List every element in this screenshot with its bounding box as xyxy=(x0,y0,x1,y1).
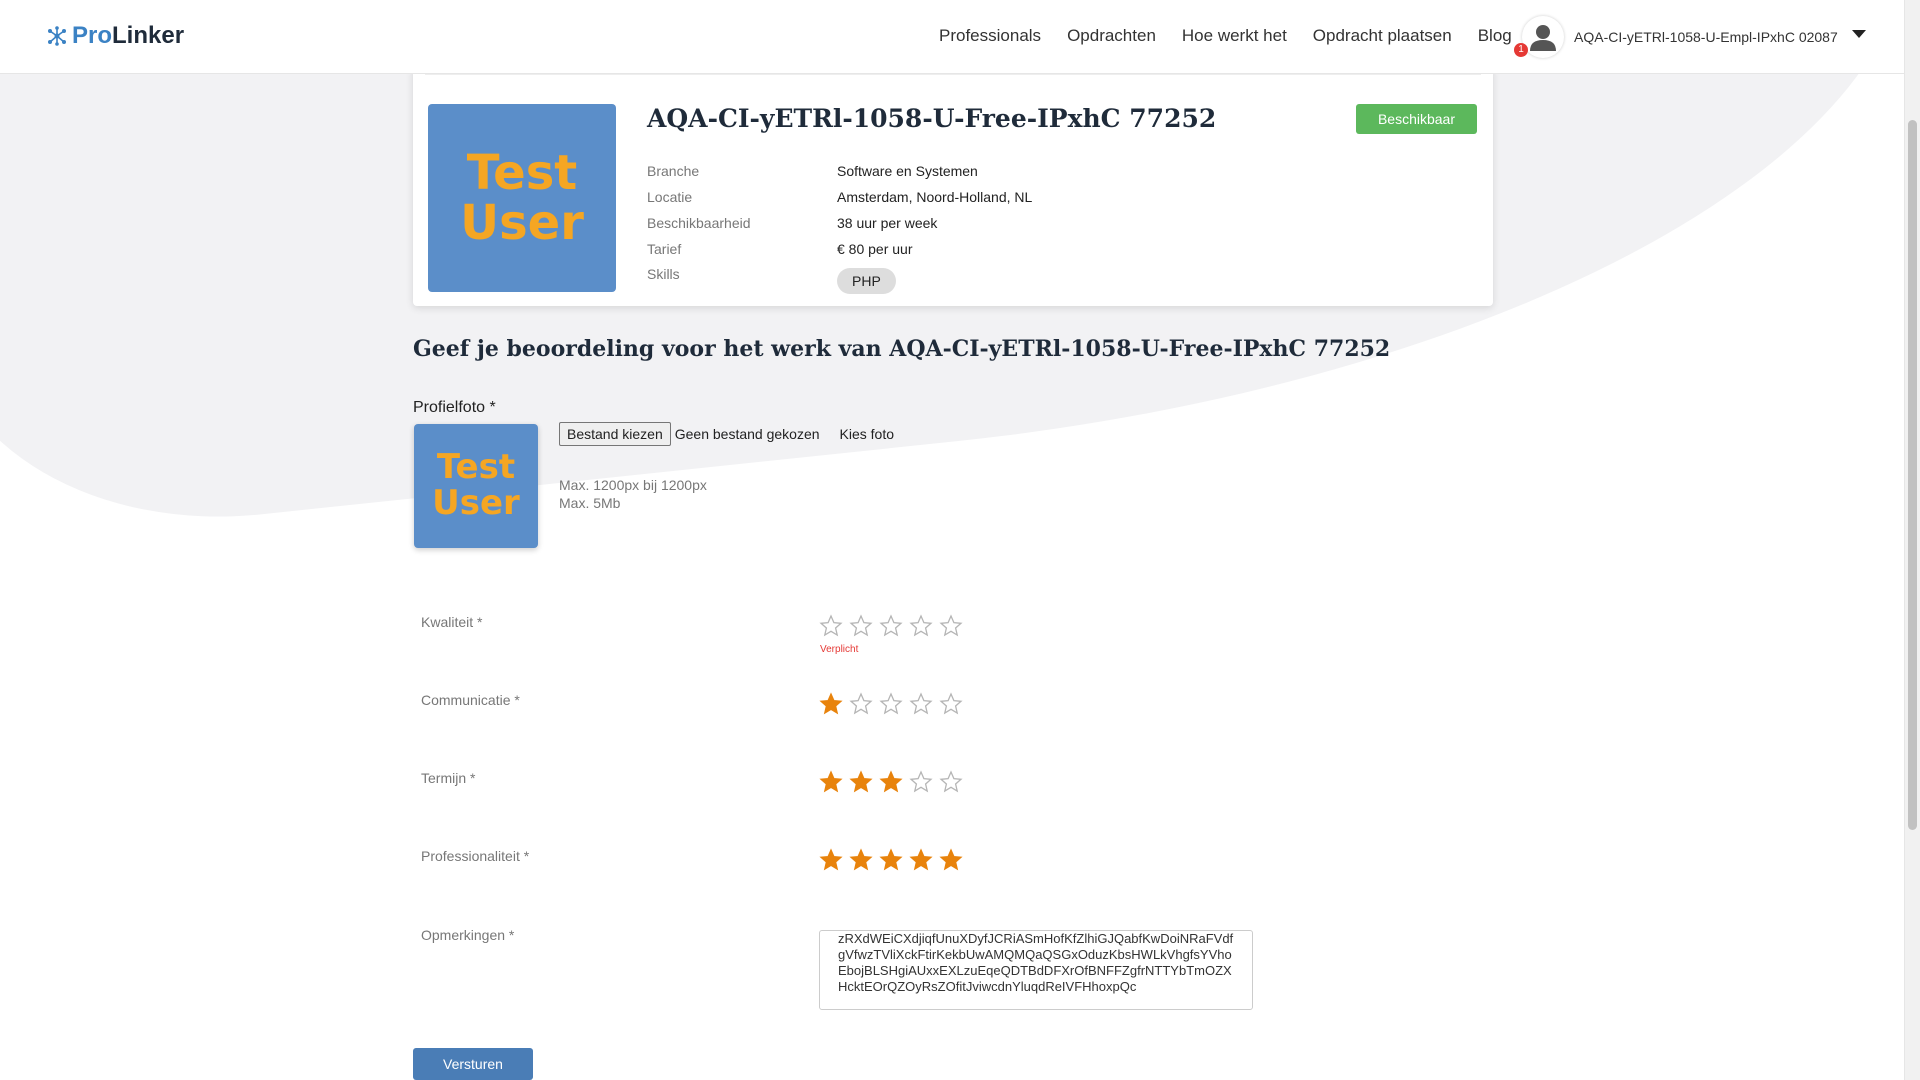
info-row-beschikbaarheid: Beschikbaarheid 38 uur per week xyxy=(647,210,1032,236)
info-label: Skills xyxy=(647,266,680,282)
info-value: 38 uur per week xyxy=(837,215,938,231)
rating-label: Kwaliteit * xyxy=(421,614,483,630)
info-label: Locatie xyxy=(647,189,693,205)
user-menu[interactable]: 1 AQA-CI-yETRl-1058-U-Empl-IPxhC 02087 xyxy=(1514,16,1866,58)
profile-card: Test User AQA-CI-yETRl-1058-U-Free-IPxhC… xyxy=(413,66,1493,306)
user-name[interactable]: AQA-CI-yETRl-1058-U-Empl-IPxhC 02087 xyxy=(1574,29,1838,45)
nav-opdracht-plaatsen[interactable]: Opdracht plaatsen xyxy=(1313,26,1452,46)
star-empty-icon[interactable] xyxy=(909,692,933,716)
star-filled-icon[interactable] xyxy=(819,848,843,872)
info-row-branche: Branche Software en Systemen xyxy=(647,158,1032,184)
photo-preview-text-line1: Test xyxy=(436,447,516,488)
nav-professionals[interactable]: Professionals xyxy=(939,26,1041,46)
network-logo-icon xyxy=(48,26,66,46)
file-status: Geen bestand gekozen xyxy=(674,426,820,442)
rating-termijn: Termijn * xyxy=(421,770,963,793)
nav-hoe-werkt-het[interactable]: Hoe werkt het xyxy=(1182,26,1287,46)
star-empty-icon[interactable] xyxy=(939,692,963,716)
skill-chip: PHP xyxy=(837,268,896,294)
comments-textarea[interactable]: zRXdWEiCXdjiqfUnuXDyfJCRiASmHofKfZlhiGJQ… xyxy=(819,930,1253,1010)
divider xyxy=(425,74,1481,75)
rating-kwaliteit: Kwaliteit * Verplicht xyxy=(421,614,963,655)
star-empty-icon[interactable] xyxy=(909,770,933,794)
file-input[interactable]: Bestand kiezen Geen bestand gekozen Kies… xyxy=(559,422,894,446)
rating-label: Professionaliteit * xyxy=(421,848,530,864)
avatar[interactable] xyxy=(1522,16,1564,58)
rating-label: Termijn * xyxy=(421,770,476,786)
submit-button[interactable]: Versturen xyxy=(413,1048,533,1080)
nav-blog[interactable]: Blog xyxy=(1478,26,1512,46)
top-header: Pro Linker Professionals Opdrachten Hoe w… xyxy=(0,0,1905,74)
logo-text-pro: Pro xyxy=(72,22,113,49)
choose-photo-link[interactable]: Kies foto xyxy=(840,426,894,442)
status-badge: Beschikbaar xyxy=(1356,104,1477,134)
star-rating[interactable] xyxy=(819,770,963,794)
hint-size: Max. 5Mb xyxy=(559,495,621,511)
logo-text-linker: Linker xyxy=(112,22,185,49)
profile-image-text-line2: User xyxy=(460,195,584,251)
info-value: Software en Systemen xyxy=(837,163,978,179)
star-filled-icon[interactable] xyxy=(849,770,873,794)
rating-communicatie: Communicatie * xyxy=(421,692,963,715)
main-nav: Professionals Opdrachten Hoe werkt het O… xyxy=(939,26,1512,46)
nav-opdrachten[interactable]: Opdrachten xyxy=(1067,26,1156,46)
photo-label: Profielfoto * xyxy=(413,399,496,416)
profile-image: Test User xyxy=(428,104,616,292)
star-rating[interactable] xyxy=(819,692,963,716)
user-silhouette-icon xyxy=(1530,25,1556,51)
rating-professionaliteit: Professionaliteit * xyxy=(421,848,963,871)
star-filled-icon[interactable] xyxy=(939,848,963,872)
star-rating[interactable] xyxy=(819,848,963,872)
avatar-wrapper: 1 xyxy=(1514,16,1564,58)
info-label: Beschikbaarheid xyxy=(647,215,751,231)
star-empty-icon[interactable] xyxy=(879,692,903,716)
star-empty-icon[interactable] xyxy=(909,614,933,638)
star-empty-icon[interactable] xyxy=(939,770,963,794)
star-filled-icon[interactable] xyxy=(879,770,903,794)
scrollbar-thumb[interactable] xyxy=(1908,120,1917,830)
rating-label: Communicatie * xyxy=(421,692,520,708)
photo-preview-text-line2: User xyxy=(432,483,520,523)
info-value: € 80 per uur xyxy=(837,241,913,257)
star-filled-icon[interactable] xyxy=(819,692,843,716)
chevron-down-icon[interactable] xyxy=(1851,30,1866,38)
star-filled-icon[interactable] xyxy=(909,848,933,872)
profile-info: Branche Software en Systemen Locatie Amste… xyxy=(647,158,1032,294)
logo[interactable]: Pro Linker xyxy=(46,22,184,50)
review-heading: Geef je beoordeling voor het werk van AQ… xyxy=(413,336,1391,362)
info-row-skills: Skills PHP xyxy=(647,262,1032,294)
star-empty-icon[interactable] xyxy=(879,614,903,638)
info-label: Branche xyxy=(647,163,700,179)
info-row-locatie: Locatie Amsterdam, Noord-Holland, NL xyxy=(647,184,1032,210)
photo-preview: Test User xyxy=(414,424,538,548)
profile-name: AQA-CI-yETRl-1058-U-Free-IPxhC 77252 xyxy=(647,104,1217,133)
info-value: Amsterdam, Noord-Holland, NL xyxy=(837,189,1033,205)
star-rating[interactable] xyxy=(819,614,963,638)
star-empty-icon[interactable] xyxy=(819,614,843,638)
comments-label: Opmerkingen * xyxy=(421,927,515,943)
required-error: Verplicht xyxy=(820,644,859,655)
info-label: Tarief xyxy=(647,241,682,257)
star-filled-icon[interactable] xyxy=(819,770,843,794)
profile-image-text-line1: Test xyxy=(466,144,578,201)
notification-badge[interactable]: 1 xyxy=(1514,43,1528,57)
star-empty-icon[interactable] xyxy=(849,614,873,638)
star-empty-icon[interactable] xyxy=(939,614,963,638)
upload-hint: Max. 1200px bij 1200px Max. 5Mb xyxy=(559,476,707,512)
info-row-tarief: Tarief € 80 per uur xyxy=(647,236,1032,262)
hint-dimensions: Max. 1200px bij 1200px xyxy=(559,477,707,493)
star-filled-icon[interactable] xyxy=(879,848,903,872)
choose-file-button[interactable]: Bestand kiezen xyxy=(559,422,671,446)
scrollbar[interactable] xyxy=(1904,0,1920,1080)
star-empty-icon[interactable] xyxy=(849,692,873,716)
star-filled-icon[interactable] xyxy=(849,848,873,872)
